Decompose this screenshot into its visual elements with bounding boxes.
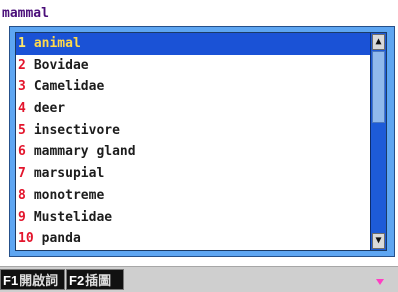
item-number: 4 — [18, 101, 26, 117]
item-number: 6 — [18, 144, 26, 160]
search-query[interactable]: mammal — [2, 5, 49, 23]
f1-action-label: 開啟詞 — [19, 273, 59, 288]
scrollbar-thumb[interactable] — [372, 51, 385, 123]
suggestion-frame: 1 animal 2 Bovidae 3 Camelidae 4 deer 5 … — [15, 32, 387, 251]
list-item[interactable]: 3 Camelidae — [16, 76, 370, 98]
item-label: mammary gland — [33, 144, 136, 160]
list-item[interactable]: 9 Mustelidae — [16, 207, 370, 229]
suggestion-popup: 1 animal 2 Bovidae 3 Camelidae 4 deer 5 … — [9, 26, 395, 257]
item-number: 9 — [18, 209, 26, 225]
list-item[interactable]: 6 mammary gland — [16, 141, 370, 163]
list-item[interactable]: 7 marsupial — [16, 163, 370, 185]
item-number: 7 — [18, 166, 26, 182]
item-number: 2 — [18, 57, 26, 73]
list-item[interactable]: 10 panda — [16, 228, 370, 250]
item-number: 10 — [18, 231, 34, 247]
suggestion-list: 1 animal 2 Bovidae 3 Camelidae 4 deer 5 … — [16, 33, 370, 250]
f1-open-word-button[interactable]: F1開啟詞 — [0, 269, 65, 290]
item-number: 1 — [18, 36, 26, 51]
triangle-up-icon: ▲ — [375, 36, 382, 47]
f2-illustration-button[interactable]: F2插圖 — [66, 269, 124, 290]
item-label: Bovidae — [33, 57, 89, 73]
list-item[interactable]: 5 insectivore — [16, 120, 370, 142]
triangle-down-icon: ▼ — [375, 235, 382, 246]
item-label: Mustelidae — [33, 209, 113, 225]
list-item[interactable]: 8 monotreme — [16, 185, 370, 207]
f1-key-label: F1 — [3, 273, 19, 288]
item-label: marsupial — [33, 166, 105, 182]
f2-key-label: F2 — [69, 273, 85, 288]
item-label: animal — [33, 36, 81, 51]
list-item[interactable]: 4 deer — [16, 98, 370, 120]
item-label: Camelidae — [33, 79, 105, 95]
item-label: monotreme — [33, 187, 105, 203]
list-item[interactable]: 1 animal — [16, 33, 370, 55]
scroll-up-button[interactable]: ▲ — [372, 34, 385, 50]
vertical-scrollbar[interactable]: ▲ ▼ — [370, 33, 386, 250]
list-item[interactable]: 2 Bovidae — [16, 55, 370, 77]
function-key-bar: F1開啟詞 F2插圖 — [0, 266, 398, 292]
item-number: 3 — [18, 79, 26, 95]
item-number: 8 — [18, 187, 26, 203]
scroll-down-button[interactable]: ▼ — [372, 233, 385, 249]
item-label: insectivore — [33, 122, 120, 138]
f2-action-label: 插圖 — [85, 273, 112, 288]
item-label: deer — [33, 101, 66, 117]
item-number: 5 — [18, 122, 26, 138]
more-indicator-icon — [376, 279, 384, 285]
item-label: panda — [41, 231, 81, 247]
